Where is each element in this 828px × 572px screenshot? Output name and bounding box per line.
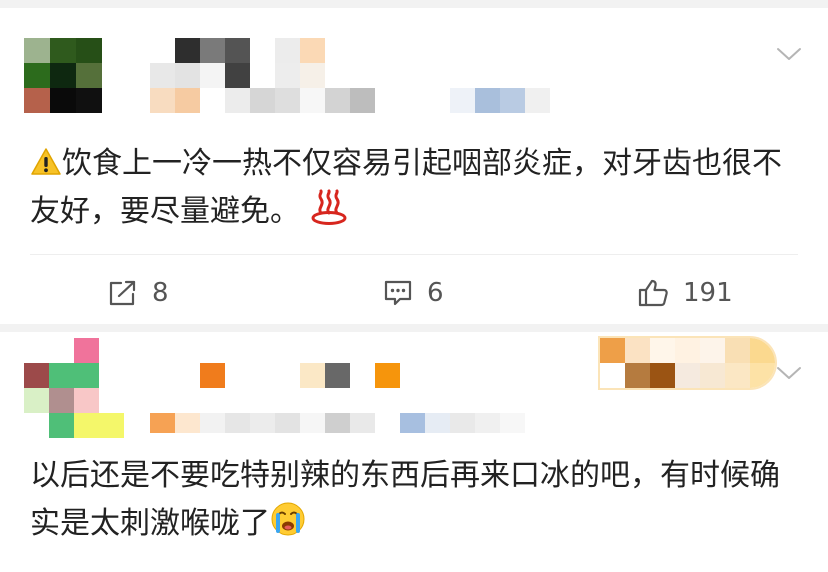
comment-count: 6 [427,278,444,308]
like-count: 191 [683,278,733,308]
post-meta [150,88,375,113]
user-badge [600,338,775,388]
username[interactable] [150,38,325,88]
post-meta [150,413,525,433]
comment-card: 饮食上一冷一热不仅容易引起咽部炎症，对牙齿也很不友好，要尽量避免。 8 6 19… [0,8,828,324]
comment-text: 以后还是不要吃特别辣的东西后再来口冰的吧，有时候确实是太刺激喉咙了 [30,452,800,548]
like-button[interactable]: 191 [637,262,733,324]
share-arrow-icon [109,280,136,306]
action-bar: 8 6 191 [0,262,828,324]
comment-text: 饮食上一冷一热不仅容易引起咽部炎症，对牙齿也很不友好，要尽量避免。 [30,140,800,236]
avatar[interactable] [24,38,102,113]
comment-body: 以后还是不要吃特别辣的东西后再来口冰的吧，有时候确实是太刺激喉咙了 [30,458,780,541]
repost-button[interactable]: 8 [108,262,169,324]
hot-springs-emoji [311,189,347,225]
comment-bubble-icon [384,280,412,306]
divider [30,254,798,255]
thumbs-up-icon [638,279,668,307]
repost-count: 8 [152,278,169,308]
comment-body: 饮食上一冷一热不仅容易引起咽部炎症，对牙齿也很不友好，要尽量避免。 [30,146,782,229]
comment-card: 以后还是不要吃特别辣的东西后再来口冰的吧，有时候确实是太刺激喉咙了 [0,332,828,572]
warning-sign-icon [31,148,61,175]
crying-face-emoji [271,502,305,536]
avatar[interactable] [24,338,124,438]
comment-button[interactable]: 6 [383,262,444,324]
post-source [450,88,550,113]
chevron-down-icon[interactable] [776,365,802,381]
comment-feed: 饮食上一冷一热不仅容易引起咽部炎症，对牙齿也很不友好，要尽量避免。 8 6 19… [0,0,828,572]
chevron-down-icon[interactable] [776,46,802,62]
username[interactable] [200,363,425,388]
